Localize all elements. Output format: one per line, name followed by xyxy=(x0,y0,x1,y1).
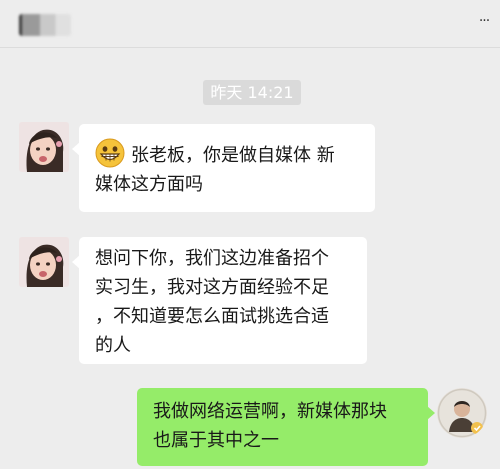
message-line: ，不知道要怎么面试挑选合适 xyxy=(95,306,329,327)
message-bubble-incoming[interactable]: 张老板，你是做自媒体 新 媒体这方面吗 xyxy=(72,124,375,212)
chat-header: ··· xyxy=(0,0,500,48)
message-bubble-outgoing[interactable]: 我做网络运营啊，新媒体那块 也属于其中之一 xyxy=(137,388,435,466)
message-line: 张老板，你是做自媒体 新 xyxy=(95,138,361,170)
contact-avatar[interactable] xyxy=(19,122,69,172)
message-line: 实习生，我对这方面经验不足 xyxy=(95,277,329,298)
grinning-face-emoji-icon xyxy=(95,138,125,168)
message-timestamp: 昨天 14:21 xyxy=(203,80,301,105)
message-line: 媒体这方面吗 xyxy=(95,174,203,195)
message-line: 的人 xyxy=(95,335,131,356)
message-bubble-incoming[interactable]: 想问下你，我们这边准备招个 实习生，我对这方面经验不足 ，不知道要怎么面试挑选合… xyxy=(72,237,367,364)
message-line: 我做网络运营啊，新媒体那块 xyxy=(153,401,387,422)
chat-window: ··· 昨天 14:21 张老板，你是做自媒体 新 媒体这方面吗 想问下你，我们… xyxy=(0,0,500,469)
more-dots-icon[interactable]: ··· xyxy=(474,10,494,32)
message-line: 想问下你，我们这边准备招个 xyxy=(95,248,329,269)
message-line: 也属于其中之一 xyxy=(153,430,279,451)
contact-name-blurred[interactable] xyxy=(19,14,71,36)
contact-avatar[interactable] xyxy=(19,237,69,287)
self-avatar[interactable] xyxy=(437,388,487,438)
